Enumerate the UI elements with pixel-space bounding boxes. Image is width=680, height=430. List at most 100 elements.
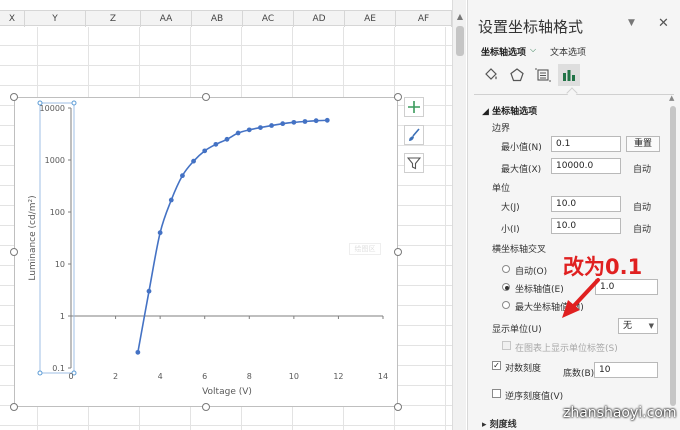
tab-pointer <box>566 87 578 99</box>
axis-cross-label: 横坐标轴交叉 <box>492 245 547 255</box>
plot-area-tag: 绘图区 <box>349 243 381 255</box>
minor-unit-input[interactable]: 10.0 <box>551 218 621 234</box>
column-header[interactable]: AF <box>396 11 452 27</box>
effects-tab[interactable] <box>506 64 528 86</box>
cross-value-label[interactable]: 坐标轴值(E) <box>515 282 564 295</box>
section-axis-options[interactable]: ◢ 坐标轴选项 <box>482 104 537 117</box>
max-bound-input[interactable]: 10000.0 <box>551 158 621 174</box>
min-bound-input[interactable]: 0.1 <box>551 136 621 152</box>
resize-handle[interactable] <box>202 403 210 411</box>
column-header[interactable]: AC <box>243 11 294 27</box>
close-icon[interactable]: ✕ <box>658 16 669 31</box>
resize-handle[interactable] <box>394 248 402 256</box>
cross-value-radio[interactable] <box>502 283 510 291</box>
y-axis-selection-handle <box>71 100 77 106</box>
chart-plot[interactable]: 0.1 1 10 100 1000 10000 0 2 4 6 8 10 12 14 Voltage (V)… <box>15 98 399 408</box>
resize-handle[interactable] <box>202 93 210 101</box>
tab-text-options[interactable]: 文本选项 <box>550 45 586 58</box>
x-axis-title: Voltage (V) <box>202 387 252 397</box>
y-tick-label: 1000 <box>45 156 65 165</box>
chart-filters-button[interactable] <box>404 153 424 173</box>
axis-options-tab[interactable] <box>558 64 580 86</box>
resize-handle[interactable] <box>394 403 402 411</box>
data-point <box>258 125 263 130</box>
data-point <box>235 130 241 136</box>
x-tick-label: 10 <box>289 372 299 381</box>
y-tick-label: 100 <box>50 208 65 217</box>
panel-scrollbar[interactable]: ▲ <box>669 94 677 420</box>
site-watermark: zhanshaoyi.com <box>563 405 677 421</box>
size-properties-tab[interactable] <box>532 64 554 86</box>
resize-handle[interactable] <box>10 93 18 101</box>
data-point <box>269 123 274 128</box>
cross-auto-label[interactable]: 自动(O) <box>515 264 547 277</box>
log-base-label: 底数(B) <box>563 369 595 379</box>
scroll-thumb[interactable] <box>670 106 676 406</box>
chevron-down-icon[interactable]: ⌵ <box>530 45 536 55</box>
format-axis-panel: 设置坐标轴格式 ▼ ✕ 坐标轴选项 ⌵ 文本选项 ◢ 坐标轴选项 边界 最小值(… <box>467 0 680 430</box>
data-point <box>135 349 141 355</box>
section-label: 坐标轴选项 <box>492 107 538 117</box>
scroll-up-icon[interactable]: ▲ <box>669 94 674 102</box>
chart-object[interactable]: 0.1 1 10 100 1000 10000 0 2 4 6 8 10 12 14 Voltage (V)… <box>14 97 398 407</box>
resize-handle[interactable] <box>10 403 18 411</box>
column-header[interactable]: AE <box>345 11 396 27</box>
data-point <box>324 117 330 123</box>
y-tick-label: 10000 <box>40 104 65 113</box>
data-point <box>213 141 219 147</box>
log-scale-checkbox[interactable]: ✓ <box>492 361 501 370</box>
data-point <box>224 136 230 142</box>
fill-line-tab[interactable] <box>480 64 502 86</box>
column-header[interactable]: X <box>0 11 25 27</box>
x-tick-label: 6 <box>202 372 207 381</box>
column-header[interactable]: AD <box>294 11 345 27</box>
log-base-input[interactable]: 10 <box>594 362 658 378</box>
tick-marks-label: 刻度线 <box>489 420 517 430</box>
cross-auto-radio[interactable] <box>502 265 510 273</box>
reverse-order-label[interactable]: 逆序刻度值(V) <box>505 389 563 402</box>
plus-icon <box>408 101 420 113</box>
reverse-order-checkbox[interactable] <box>492 389 501 398</box>
x-tick-label: 0 <box>68 372 73 381</box>
resize-handle[interactable] <box>10 248 18 256</box>
tab-axis-options[interactable]: 坐标轴选项 <box>481 45 526 58</box>
data-point <box>246 127 252 133</box>
show-units-label: 在图表上显示单位标签(S) <box>515 344 618 354</box>
section-tick-marks[interactable]: ▸ 刻度线 <box>482 417 517 430</box>
y-axis-selection <box>39 102 75 374</box>
column-header[interactable]: AB <box>192 11 243 27</box>
scroll-up-icon[interactable]: ▲ <box>455 12 465 22</box>
x-tick-label: 14 <box>378 372 388 381</box>
major-unit-input[interactable]: 10.0 <box>551 196 621 212</box>
chevron-down-icon[interactable]: ▼ <box>628 18 635 28</box>
show-units-checkbox[interactable] <box>502 341 511 350</box>
data-point <box>191 158 196 164</box>
cross-max-radio[interactable] <box>502 301 510 309</box>
filter-icon <box>407 157 421 170</box>
data-point <box>280 121 286 127</box>
resize-handle[interactable] <box>394 93 402 101</box>
display-units-value: 无 <box>623 321 633 331</box>
units-label: 单位 <box>492 184 511 194</box>
chart-elements-button[interactable] <box>404 97 424 117</box>
data-point <box>302 119 308 124</box>
y-tick-label: 0.1 <box>52 364 65 373</box>
max-bound-label: 最大值(X) <box>501 165 542 175</box>
chart-tools <box>404 97 426 181</box>
bounds-label: 边界 <box>492 124 511 134</box>
column-header[interactable]: AA <box>141 11 192 27</box>
auto-label: 自动 <box>633 225 652 235</box>
chart-styles-button[interactable] <box>404 125 424 145</box>
data-point <box>157 230 163 236</box>
display-units-select[interactable]: 无 ▼ <box>618 318 658 334</box>
annotation-arrow-icon <box>562 278 600 318</box>
column-header[interactable]: Z <box>86 11 141 27</box>
reset-button[interactable]: 重置 <box>626 136 660 152</box>
x-tick-label: 12 <box>333 372 343 381</box>
scroll-thumb[interactable] <box>456 26 464 56</box>
bar-chart-icon <box>563 70 575 81</box>
spreadsheet-area[interactable]: X Y Z AA AB AC AD AE AF 0.1 1 10 100 1000 100… <box>0 0 452 430</box>
column-header[interactable]: Y <box>25 11 86 27</box>
log-scale-label[interactable]: 对数刻度 <box>505 361 541 374</box>
sheet-vertical-scrollbar[interactable]: ▲ <box>452 0 466 430</box>
